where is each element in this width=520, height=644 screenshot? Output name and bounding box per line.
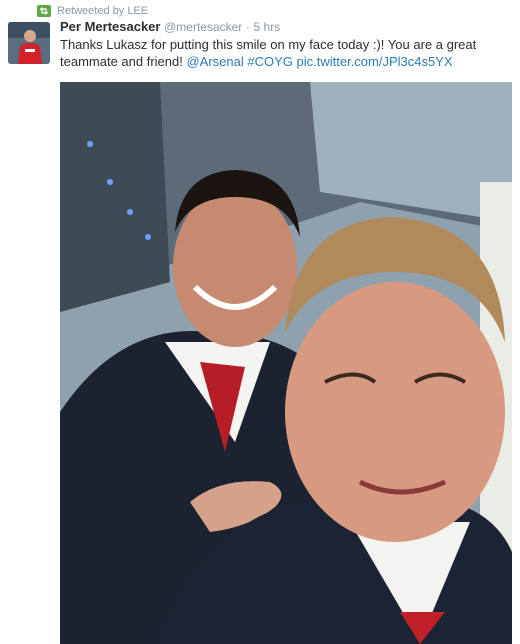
hashtag-link[interactable]: #COYG <box>247 54 293 69</box>
mention-link[interactable]: @Arsenal <box>186 54 243 69</box>
retweet-context: Retweeted by LEE <box>37 4 148 18</box>
author-avatar[interactable] <box>8 22 50 64</box>
tweet-photo[interactable] <box>60 82 512 644</box>
author-handle[interactable]: @mertesacker <box>164 20 242 34</box>
tweet-timestamp[interactable]: 5 hrs <box>254 20 281 34</box>
author-name[interactable]: Per Mertesacker <box>60 19 160 34</box>
meta-separator: · <box>245 20 250 34</box>
retweet-icon <box>37 5 51 17</box>
tweet-header: Per Mertesacker @mertesacker · 5 hrs <box>60 18 280 36</box>
retweet-label[interactable]: Retweeted by LEE <box>57 5 148 17</box>
media-link[interactable]: pic.twitter.com/JPl3c4s5YX <box>297 54 453 69</box>
tweet-text: Thanks Lukasz for putting this smile on … <box>60 36 510 70</box>
